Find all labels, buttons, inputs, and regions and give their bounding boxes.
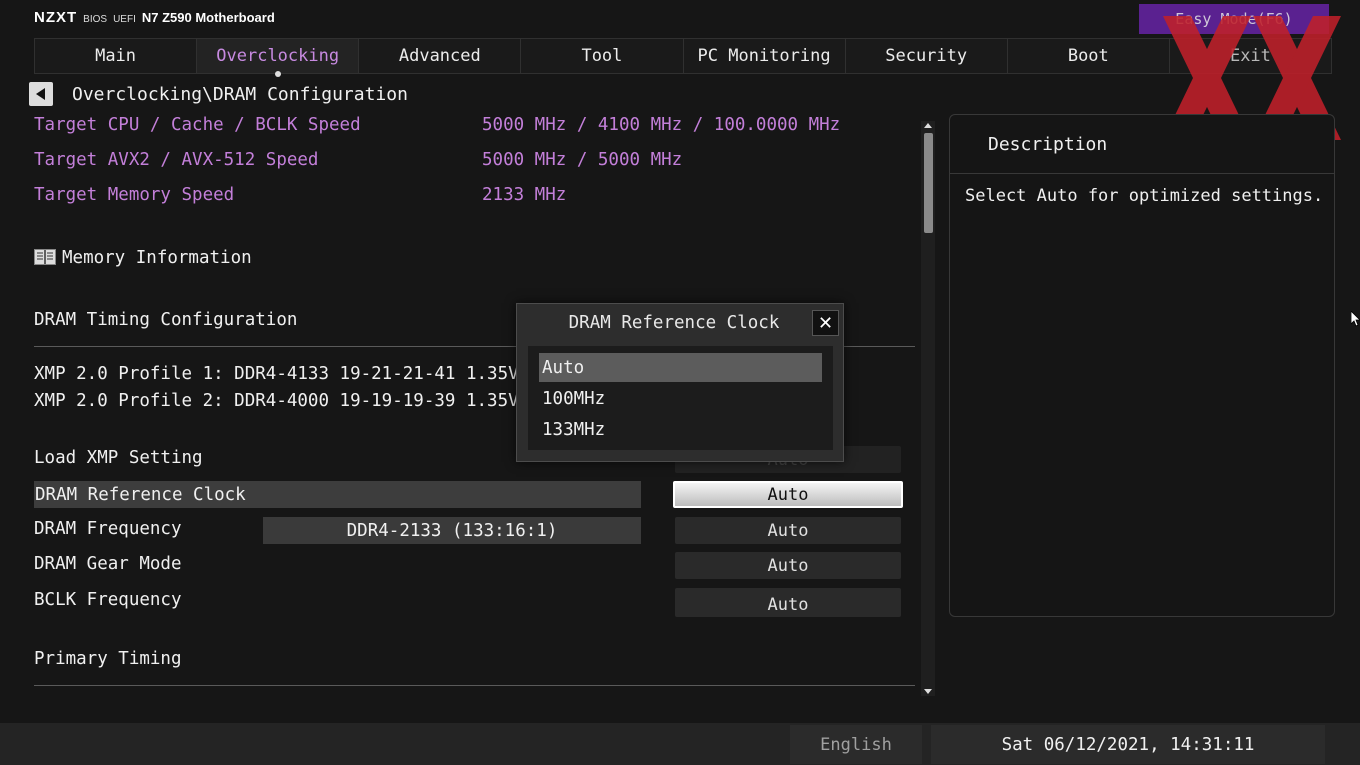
main-tabs: Main Overclocking Advanced Tool PC Monit…	[34, 38, 1332, 77]
description-text: Select Auto for optimized settings.	[965, 186, 1324, 206]
tab-advanced[interactable]: Advanced	[359, 39, 522, 73]
tab-tool[interactable]: Tool	[521, 39, 684, 73]
easy-mode-button[interactable]: Easy Mode(F6)	[1139, 4, 1329, 34]
date-time[interactable]: Sat 06/12/2021, 14:31:11	[931, 725, 1325, 764]
option-133mhz[interactable]: 133MHz	[539, 415, 822, 444]
target-avx-value: 5000 MHz / 5000 MHz	[482, 150, 683, 170]
nzxt-logo: NZXT	[34, 9, 78, 26]
dram-reference-clock-value[interactable]: Auto	[673, 481, 903, 508]
dram-reference-clock-label[interactable]: DRAM Reference Clock	[34, 481, 641, 508]
description-title: Description	[950, 115, 1334, 174]
tab-pc-monitoring[interactable]: PC Monitoring	[684, 39, 846, 73]
dram-reference-clock-dialog: DRAM Reference Clock ✕ Auto 100MHz 133MH…	[516, 303, 844, 462]
tab-boot[interactable]: Boot	[1008, 39, 1170, 73]
brand-header: NZXT BIOS UEFI N7 Z590 Motherboard	[34, 9, 275, 29]
dram-gear-mode-label: DRAM Gear Mode	[34, 554, 182, 574]
target-avx-label: Target AVX2 / AVX-512 Speed	[34, 150, 319, 170]
back-button[interactable]	[29, 82, 53, 106]
dram-frequency-label: DRAM Frequency	[34, 519, 182, 539]
uefi-label: UEFI	[113, 14, 136, 25]
dram-gear-mode-value[interactable]: Auto	[675, 552, 901, 579]
option-list: Auto 100MHz 133MHz	[528, 346, 833, 450]
dram-frequency-value[interactable]: Auto	[675, 517, 901, 544]
bclk-frequency-value[interactable]: Auto	[675, 588, 901, 617]
memory-information-item[interactable]: Memory Information	[34, 248, 252, 268]
dram-timing-config-heading: DRAM Timing Configuration	[34, 310, 298, 330]
target-cpu-value: 5000 MHz / 4100 MHz / 100.0000 MHz	[482, 115, 841, 135]
target-memory-value: 2133 MHz	[482, 185, 567, 205]
back-arrow-icon	[36, 88, 45, 100]
tab-main[interactable]: Main	[34, 39, 198, 73]
target-cpu-label: Target CPU / Cache / BCLK Speed	[34, 115, 361, 135]
book-icon	[34, 249, 56, 265]
load-xmp-setting-label: Load XMP Setting	[34, 448, 203, 468]
tab-security[interactable]: Security	[846, 39, 1008, 73]
xmp-profile-2: XMP 2.0 Profile 2: DDR4-4000 19-19-19-39…	[34, 391, 519, 411]
option-auto[interactable]: Auto	[539, 353, 822, 382]
scroll-thumb[interactable]	[924, 133, 933, 233]
mouse-cursor-icon	[1351, 311, 1360, 327]
motherboard-model: N7 Z590 Motherboard	[141, 10, 275, 25]
memory-information-label: Memory Information	[62, 248, 252, 268]
xmp-profile-1: XMP 2.0 Profile 1: DDR4-4133 19-21-21-41…	[34, 364, 519, 384]
language-selector[interactable]: English	[790, 725, 922, 764]
scroll-down-icon[interactable]	[924, 689, 932, 694]
bclk-frequency-label: BCLK Frequency	[34, 590, 182, 610]
breadcrumb: Overclocking\DRAM Configuration	[72, 84, 408, 105]
divider	[34, 685, 915, 686]
dialog-title: DRAM Reference Clock	[568, 313, 780, 333]
description-panel: Description Select Auto for optimized se…	[949, 114, 1335, 617]
bios-label: BIOS	[83, 14, 108, 25]
close-icon[interactable]: ✕	[812, 310, 839, 336]
tab-overclocking[interactable]: Overclocking	[197, 39, 360, 77]
tab-exit[interactable]: Exit	[1170, 39, 1332, 73]
primary-timing-heading: Primary Timing	[34, 649, 182, 669]
option-100mhz[interactable]: 100MHz	[539, 384, 822, 413]
target-memory-label: Target Memory Speed	[34, 185, 235, 205]
dram-frequency-info: DDR4-2133 (133:16:1)	[263, 517, 641, 544]
scroll-up-icon[interactable]	[924, 123, 932, 128]
scrollbar[interactable]	[921, 121, 935, 696]
